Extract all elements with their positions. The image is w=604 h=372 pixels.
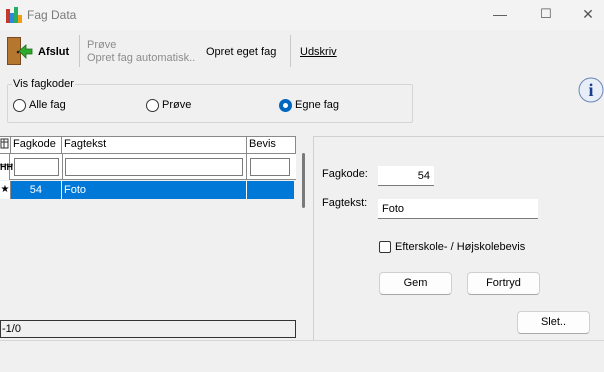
table-row[interactable]: ★ 54 Foto <box>0 181 294 199</box>
minimize-button[interactable]: — <box>488 4 512 24</box>
radio-circle <box>146 99 159 112</box>
cell-fagtekst[interactable]: Foto <box>62 181 247 199</box>
toolbar-separator <box>79 35 80 67</box>
exit-button[interactable]: Afslut <box>0 30 78 72</box>
toolbar-separator <box>290 35 291 67</box>
grid-corner-icon <box>0 138 9 149</box>
filter-fagtekst-input[interactable] <box>65 158 243 176</box>
grid-border <box>0 136 296 137</box>
radio-circle-checked <box>279 99 292 112</box>
fagkode-label: Fagkode: <box>322 168 368 180</box>
filter-fagkode-input[interactable] <box>14 158 59 176</box>
radio-label: Prøve <box>162 99 192 111</box>
filter-bevis-input[interactable] <box>250 158 290 176</box>
fagtekst-field[interactable]: Foto <box>378 199 538 219</box>
grid-scrollbar[interactable] <box>302 153 305 208</box>
title-bar: Fag Data — ☐ ✕ <box>0 0 604 30</box>
checkbox-label: Efterskole- / Højskolebevis <box>395 241 526 253</box>
delete-button[interactable]: Slet.. <box>517 311 590 334</box>
filter-row-marker: ĦĦ <box>0 154 13 180</box>
test-button[interactable]: Prøve Opret fag automatisk.. <box>82 30 198 72</box>
exit-door-icon <box>7 37 33 65</box>
toolbar: Afslut Prøve Opret fag automatisk.. Opre… <box>0 30 604 72</box>
row-header-corner[interactable] <box>0 136 11 154</box>
row-marker-star: ★ <box>0 181 11 199</box>
print-label: Udskriv <box>300 46 337 58</box>
school-certificate-checkbox[interactable] <box>379 241 391 253</box>
maximize-button[interactable]: ☐ <box>534 4 558 24</box>
fagtekst-label: Fagtekst: <box>322 197 368 209</box>
app-icon <box>6 7 22 23</box>
grid-filter-row: ĦĦ <box>0 154 296 180</box>
subjects-grid[interactable]: Fagkode Fagtekst Bevis ĦĦ ★ 54 Foto -1/0 <box>0 136 296 340</box>
save-button[interactable]: Gem <box>379 272 452 295</box>
column-header-fagtekst[interactable]: Fagtekst <box>62 136 247 154</box>
info-icon[interactable]: i <box>577 74 604 106</box>
column-header-bevis[interactable]: Bevis <box>247 136 296 154</box>
cell-bevis[interactable] <box>247 181 294 199</box>
groupbox-legend: Vis fagkoder <box>12 78 75 90</box>
status-bar-divider <box>0 340 604 341</box>
cancel-button[interactable]: Fortryd <box>467 272 540 295</box>
close-button[interactable]: ✕ <box>576 4 600 24</box>
cell-fagkode[interactable]: 54 <box>11 181 62 199</box>
test-label: Prøve <box>87 39 117 51</box>
radio-label: Alle fag <box>29 99 66 111</box>
create-own-subject-button[interactable]: Opret eget fag <box>202 30 286 72</box>
create-auto-label: Opret fag automatisk.. <box>87 52 196 64</box>
exit-label: Afslut <box>38 46 70 58</box>
window-title: Fag Data <box>27 8 77 22</box>
svg-text:i: i <box>588 80 593 100</box>
print-button[interactable]: Udskriv <box>294 30 342 72</box>
column-header-fagkode[interactable]: Fagkode <box>11 136 62 154</box>
fagkode-field[interactable]: 54 <box>378 166 434 186</box>
detail-panel <box>313 136 604 340</box>
radio-label: Egne fag <box>295 99 340 111</box>
grid-record-indicator: -1/0 <box>0 320 296 338</box>
create-own-label: Opret eget fag <box>206 46 277 58</box>
radio-circle <box>13 99 26 112</box>
